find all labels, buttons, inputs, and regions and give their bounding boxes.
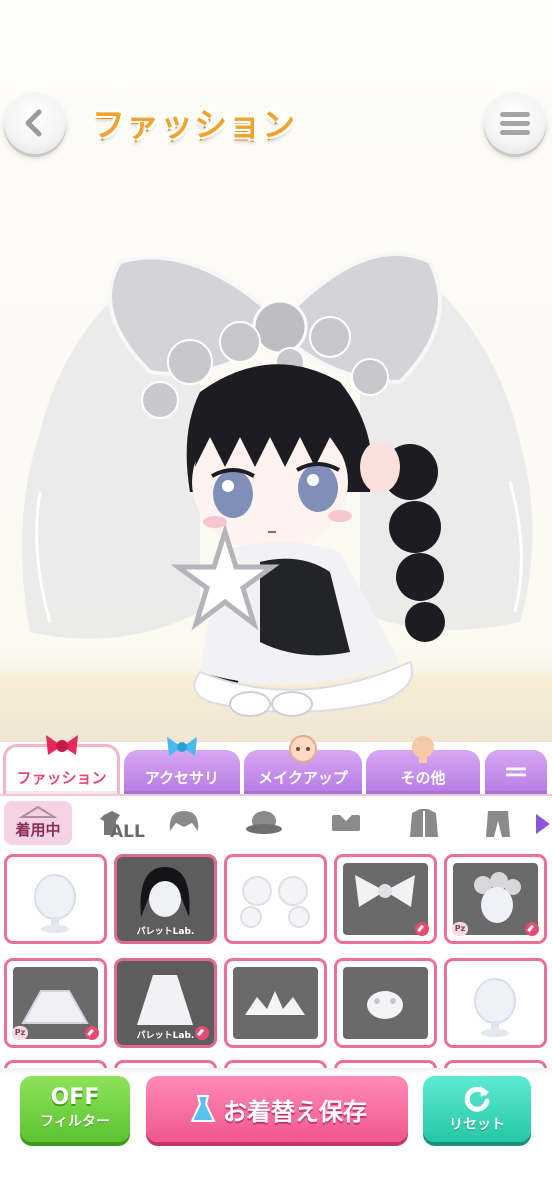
all-label: ALL (110, 822, 145, 842)
back-button[interactable] (4, 92, 66, 154)
reset-button[interactable]: リセット (423, 1076, 531, 1142)
mannequin-icon (474, 978, 516, 1037)
category-hairstyle[interactable] (160, 802, 208, 846)
shirt-icon (332, 815, 360, 831)
tab-label: その他 (400, 769, 446, 787)
item-cell[interactable]: Pz (444, 854, 547, 944)
mannequin-icon (34, 874, 76, 933)
hamburger-menu-icon (500, 112, 530, 135)
tab-other[interactable]: その他 (366, 736, 480, 794)
edit-badge-icon (415, 922, 429, 936)
category-hat[interactable] (240, 802, 288, 846)
pants-icon (486, 811, 510, 837)
item-cell[interactable]: パレットLab. (114, 958, 217, 1048)
pz-badge-icon: Pz (452, 922, 468, 936)
worn-label: 着用中 (15, 820, 61, 839)
shoes-item-icon (367, 991, 403, 1019)
avatar-stage: ファッション (0, 0, 552, 742)
category-outer[interactable] (400, 802, 448, 846)
tab-more[interactable]: ＝ (485, 750, 547, 794)
item-cell[interactable] (4, 854, 107, 944)
tab-fashion[interactable]: ファッション (3, 735, 120, 794)
tab-accessory[interactable]: アクセサリ (124, 737, 240, 794)
filter-toggle-button[interactable]: OFF フィルター (20, 1076, 130, 1142)
edit-badge-icon (85, 1026, 99, 1040)
filter-label: フィルター (40, 1114, 110, 1130)
more-icon: ＝ (502, 759, 529, 789)
tiara-item-icon (245, 991, 305, 1015)
ribbon-icon (45, 735, 78, 755)
save-outfit-button[interactable]: お着替え保存 (146, 1076, 408, 1142)
hat-icon (246, 811, 282, 834)
save-label: お着替え保存 (223, 1097, 367, 1126)
avatar-character (22, 251, 533, 717)
category-all[interactable]: ALL (86, 802, 146, 846)
face-icon (289, 735, 317, 763)
coat-icon (410, 809, 438, 837)
worn-filter-button[interactable]: 着用中 (4, 801, 72, 845)
edit-badge-icon (195, 1026, 209, 1040)
reset-label: リセット (449, 1117, 505, 1133)
menu-button[interactable] (484, 92, 546, 154)
pz-badge-icon: Pz (12, 1026, 28, 1040)
divider-shadow (0, 1068, 552, 1074)
item-grid: パレットLab. Pz Pz パレットLab. (0, 850, 552, 1070)
category-tabbar: ファッション アクセサリ メイクアップ その他 ＝ (0, 735, 552, 794)
filter-state-label: OFF (50, 1085, 100, 1110)
subcategory-row: 着用中 ALL (0, 794, 552, 850)
tab-makeup[interactable]: メイクアップ (244, 735, 362, 794)
blue-bow-icon (167, 737, 197, 756)
item-cell[interactable]: パレットLab. (114, 854, 217, 944)
item-cell[interactable] (334, 854, 437, 944)
tab-label: メイクアップ (258, 769, 348, 787)
tab-label: アクセサリ (144, 769, 220, 787)
hair-icon (169, 811, 199, 831)
white-twintail-hair-icon (240, 876, 310, 928)
dress-icon (190, 1095, 216, 1122)
item-cell[interactable]: Pz (4, 958, 107, 1048)
bottom-action-bar: OFF フィルター お着替え保存 リセット (0, 1068, 552, 1200)
scroll-right-arrow-icon[interactable] (536, 814, 550, 834)
edit-badge-icon (525, 922, 539, 936)
item-cell[interactable] (224, 958, 327, 1048)
head-silhouette-icon (412, 736, 434, 763)
item-cell[interactable] (444, 958, 547, 1048)
item-cell[interactable] (224, 854, 327, 944)
brand-label: パレットLab. (136, 927, 195, 937)
refresh-icon (464, 1086, 490, 1112)
chevron-left-icon (25, 109, 42, 137)
tab-label: ファッション (16, 769, 107, 787)
hanger-icon (18, 805, 58, 818)
category-bottom[interactable] (474, 802, 522, 846)
category-top[interactable] (322, 802, 370, 846)
page-title: ファッション (92, 105, 296, 144)
item-cell[interactable] (334, 958, 437, 1048)
